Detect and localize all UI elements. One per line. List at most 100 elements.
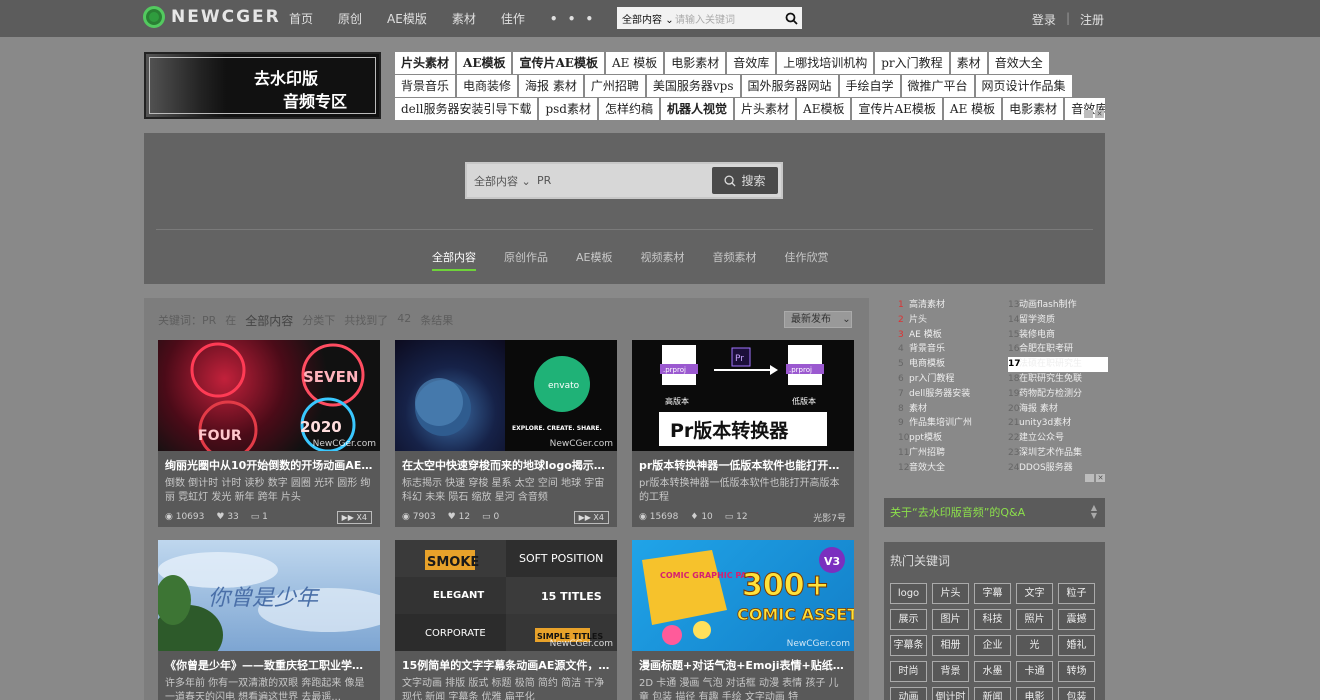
tag-link[interactable]: 宣传片AE模板 [852,98,942,120]
hot-link-item[interactable]: 18在职研究生免联 [1008,372,1108,387]
header-search-input[interactable]: 请输入关键词 [675,11,780,26]
hot-link-item[interactable]: 3 AE 模板 [898,328,998,343]
tab-all[interactable]: 全部内容 [432,249,476,271]
card-title[interactable]: pr版本转换神器一低版本软件也能打开高... [632,451,854,473]
qa-link[interactable]: 关于“去水印版音频”的Q&A ▲ ▼ [884,498,1105,527]
hot-link-item[interactable]: 22建立公众号 [1008,431,1108,446]
tab-original[interactable]: 原创作品 [504,249,548,271]
tab-video[interactable]: 视频素材 [640,249,684,271]
keyword-tag[interactable]: 字幕条 [890,635,927,656]
tag-link[interactable]: 音效库 [727,52,776,74]
card-thumbnail[interactable]: COMIC GRAPHIC PACK 300+ COMIC ASSETS V3 … [632,540,854,651]
hot-link-item[interactable]: 16合肥在职考研 [1008,342,1108,357]
card-title[interactable]: 《你曾是少年》——致重庆轻工职业学院2... [158,651,380,673]
nav-ae-templates[interactable]: AE模版 [387,10,427,27]
tag-link[interactable]: 海报 素材 [519,75,583,97]
nav-original[interactable]: 原创 [338,10,362,27]
hot-link-item[interactable]: 17法硕在职研究生 [1008,357,1108,372]
hot-link-item[interactable]: 5 电商模板 [898,357,998,372]
tag-link[interactable]: 手绘自学 [839,75,900,97]
close-icon[interactable]: ✕ [1095,110,1104,118]
hot-link-item[interactable]: 2 片头 [898,313,998,328]
site-logo[interactable]: NEWCGER [143,6,281,28]
tag-link[interactable]: psd素材 [539,98,597,120]
keyword-tag[interactable]: 字幕 [974,583,1011,604]
tag-link[interactable]: AE模板 [797,98,851,120]
hot-link-item[interactable]: 13动画flash制作 [1008,298,1108,313]
search-icon[interactable] [780,7,802,29]
keyword-tag[interactable]: 卡通 [1016,661,1053,682]
nav-showcase[interactable]: 佳作 [501,10,525,27]
hot-link-item[interactable]: 12音效大全 [898,461,998,476]
hot-link-item[interactable]: 15装修电商 [1008,328,1108,343]
keyword-tag[interactable]: 片头 [932,583,969,604]
close-icon[interactable]: ✕ [1096,474,1105,482]
result-card[interactable]: .prproj Pr .prproj 高版本 低版本 Pr版本转换器 pr版本转… [632,340,854,527]
tag-link[interactable]: 微推广平台 [901,75,974,97]
hot-link-item[interactable]: 23深圳艺术作品集 [1008,446,1108,461]
keyword-tag[interactable]: 倒计时 [932,687,969,700]
tag-link[interactable]: 宣传片AE模板 [513,52,604,74]
hot-link-item[interactable]: 14留学资质 [1008,313,1108,328]
card-title[interactable]: 在太空中快速穿梭而来的地球logo揭示开... [395,451,617,473]
hot-link-item[interactable]: 9 作品集培训广州 [898,416,998,431]
tag-link[interactable]: 素材 [950,52,987,74]
tag-link[interactable]: pr入门教程 [875,52,949,74]
card-thumbnail[interactable]: SEVEN 2020 FOUR NewCGer.com [158,340,380,451]
card-title[interactable]: 15例简单的文字字幕条动画AE源文件，含P... [395,651,617,673]
keyword-tag[interactable]: 光 [1016,635,1053,656]
tag-link[interactable]: dell服务器安装引导下载 [395,98,538,120]
nav-home[interactable]: 首页 [289,10,313,27]
hot-link-item[interactable]: 1 高清素材 [898,298,998,313]
hot-link-item[interactable]: 20海报 素材 [1008,402,1108,417]
tag-link[interactable]: 机器人视觉 [661,98,734,120]
result-card[interactable]: envato EXPLORE. CREATE. SHARE. NewCGer.c… [395,340,617,527]
tag-link[interactable]: 美国服务器vps [646,75,740,97]
keyword-tag[interactable]: 水墨 [974,661,1011,682]
keyword-tag[interactable]: 照片 [1016,609,1053,630]
keyword-tag[interactable]: 背景 [932,661,969,682]
header-search-scope-select[interactable]: 全部内容 ⌄ [617,11,675,26]
qa-arrows[interactable]: ▲ ▼ [1091,504,1097,520]
tag-link[interactable]: 电商装修 [457,75,518,97]
tag-link[interactable]: 电影素材 [1003,98,1064,120]
hot-link-item[interactable]: 7 dell服务器安装 [898,387,998,402]
tag-link[interactable]: 电影素材 [665,52,726,74]
tab-showcase[interactable]: 佳作欣赏 [784,249,828,271]
tag-link[interactable]: 国外服务器网站 [741,75,838,97]
nav-more[interactable]: • • • [550,12,596,26]
nav-materials[interactable]: 素材 [452,10,476,27]
keyword-tag[interactable]: 图片 [932,609,969,630]
card-thumbnail[interactable]: SMOKE SOFT POSITION ELEGANT 15 TITLES CO… [395,540,617,651]
audio-zone-banner[interactable]: 去水印版 音频专区 [144,52,381,119]
result-card[interactable]: 你曾是少年 《你曾是少年》——致重庆轻工职业学院2... 许多年前 你有一双清澈… [158,540,380,700]
keyword-tag[interactable]: 转场 [1058,661,1095,682]
hot-link-item[interactable]: 8 素材 [898,402,998,417]
main-search-scope-select[interactable]: 全部内容 ⌄ [467,173,537,189]
register-link[interactable]: 注册 [1080,11,1104,28]
card-thumbnail[interactable]: 你曾是少年 [158,540,380,651]
tag-link[interactable]: 网页设计作品集 [975,75,1072,97]
keyword-tag[interactable]: logo [890,583,927,604]
tag-link[interactable]: 片头素材 [735,98,796,120]
keyword-tag[interactable]: 企业 [974,635,1011,656]
keyword-tag[interactable]: 相册 [932,635,969,656]
result-card[interactable]: COMIC GRAPHIC PACK 300+ COMIC ASSETS V3 … [632,540,854,700]
result-card[interactable]: SMOKE SOFT POSITION ELEGANT 15 TITLES CO… [395,540,617,700]
tag-link[interactable]: 音效大全 [988,52,1049,74]
tag-link[interactable]: AE 模板 [943,98,1002,120]
tag-link[interactable]: 怎样约稿 [599,98,660,120]
keyword-tag[interactable]: 动画 [890,687,927,700]
main-search-button[interactable]: 搜索 [712,167,778,194]
login-link[interactable]: 登录 [1032,11,1056,28]
tag-link[interactable]: 上哪找培训机构 [777,52,874,74]
tab-ae-templates[interactable]: AE模板 [576,249,612,271]
card-title[interactable]: 绚丽光圈中从10开始倒数的开场动画AE模... [158,451,380,473]
keyword-tag[interactable]: 震撼 [1058,609,1095,630]
sort-select[interactable]: 最新发布 ⌄ [784,311,852,328]
tag-link[interactable]: 广州招聘 [584,75,645,97]
hot-link-item[interactable]: 11广州招聘 [898,446,998,461]
tab-audio[interactable]: 音频素材 [712,249,756,271]
tag-link[interactable]: AE模板 [457,52,512,74]
tag-link[interactable]: 片头素材 [395,52,456,74]
